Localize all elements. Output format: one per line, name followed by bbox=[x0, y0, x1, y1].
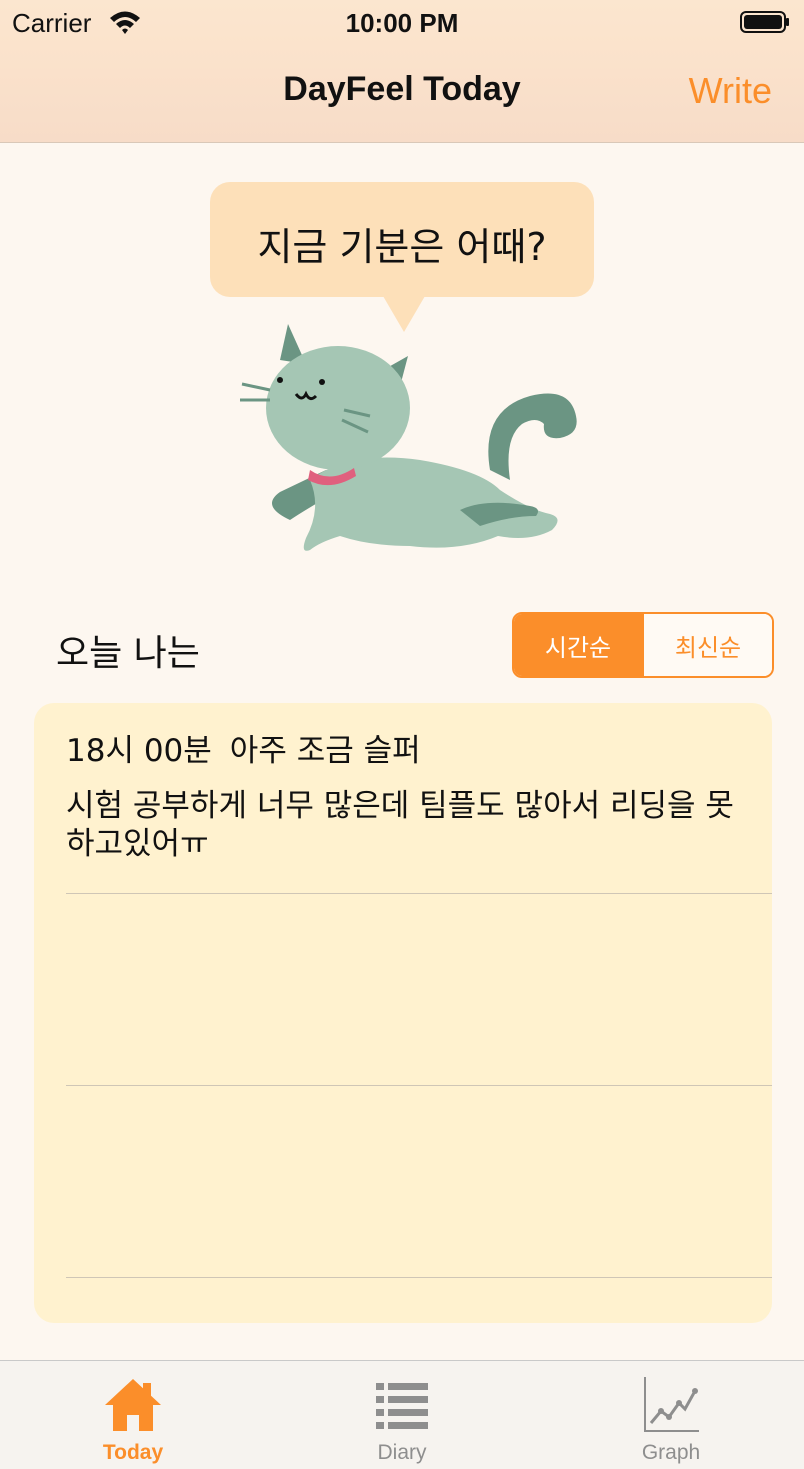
sort-option-time[interactable]: 시간순 bbox=[514, 614, 642, 676]
tab-diary[interactable]: Diary bbox=[302, 1361, 502, 1469]
navigation-bar: DayFeel Today Write bbox=[0, 46, 804, 143]
sort-segmented-control: 시간순 최신순 bbox=[512, 612, 774, 678]
graph-icon bbox=[644, 1377, 699, 1432]
page-title: DayFeel Today bbox=[283, 70, 521, 108]
list-icon bbox=[376, 1383, 428, 1429]
tab-bar: Today Diary Graph bbox=[0, 1360, 804, 1469]
tab-graph[interactable]: Graph bbox=[571, 1361, 771, 1469]
sort-option-latest[interactable]: 최신순 bbox=[642, 614, 772, 676]
entry-text: 시험 공부하게 너무 많은데 팀플도 많아서 리딩을 못하고있어ㅠ bbox=[66, 788, 734, 862]
list-item[interactable]: 18시 00분 아주 조금 슬퍼 시험 공부하게 너무 많은데 팀플도 많아서 리… bbox=[34, 703, 772, 893]
tab-label-diary: Diary bbox=[377, 1441, 427, 1464]
home-icon bbox=[105, 1379, 161, 1431]
write-button[interactable]: Write bbox=[689, 70, 772, 112]
battery-icon bbox=[740, 11, 789, 33]
empty-row bbox=[34, 894, 772, 1084]
tab-today[interactable]: Today bbox=[33, 1361, 233, 1469]
empty-row bbox=[34, 1086, 772, 1276]
speech-bubble-text: 지금 기분은 어때? bbox=[257, 225, 547, 269]
entry-header: 18시 00분 아주 조금 슬퍼 bbox=[66, 725, 421, 770]
entry-mood: 아주 조금 슬퍼 bbox=[229, 733, 421, 769]
status-time: 10:00 PM bbox=[345, 8, 459, 38]
status-bar: Carrier 10:00 PM bbox=[0, 0, 804, 46]
speech-bubble: 지금 기분은 어때? bbox=[210, 182, 594, 297]
tab-label-graph: Graph bbox=[641, 1441, 701, 1464]
cat-illustration bbox=[240, 324, 577, 551]
row-divider bbox=[66, 1277, 772, 1278]
entries-card: 18시 00분 아주 조금 슬퍼 시험 공부하게 너무 많은데 팀플도 많아서 리… bbox=[34, 703, 772, 1323]
section-label: 오늘 나는 bbox=[56, 633, 200, 674]
tab-label-today: Today bbox=[102, 1441, 164, 1464]
entry-time: 18시 00분 bbox=[66, 733, 212, 769]
